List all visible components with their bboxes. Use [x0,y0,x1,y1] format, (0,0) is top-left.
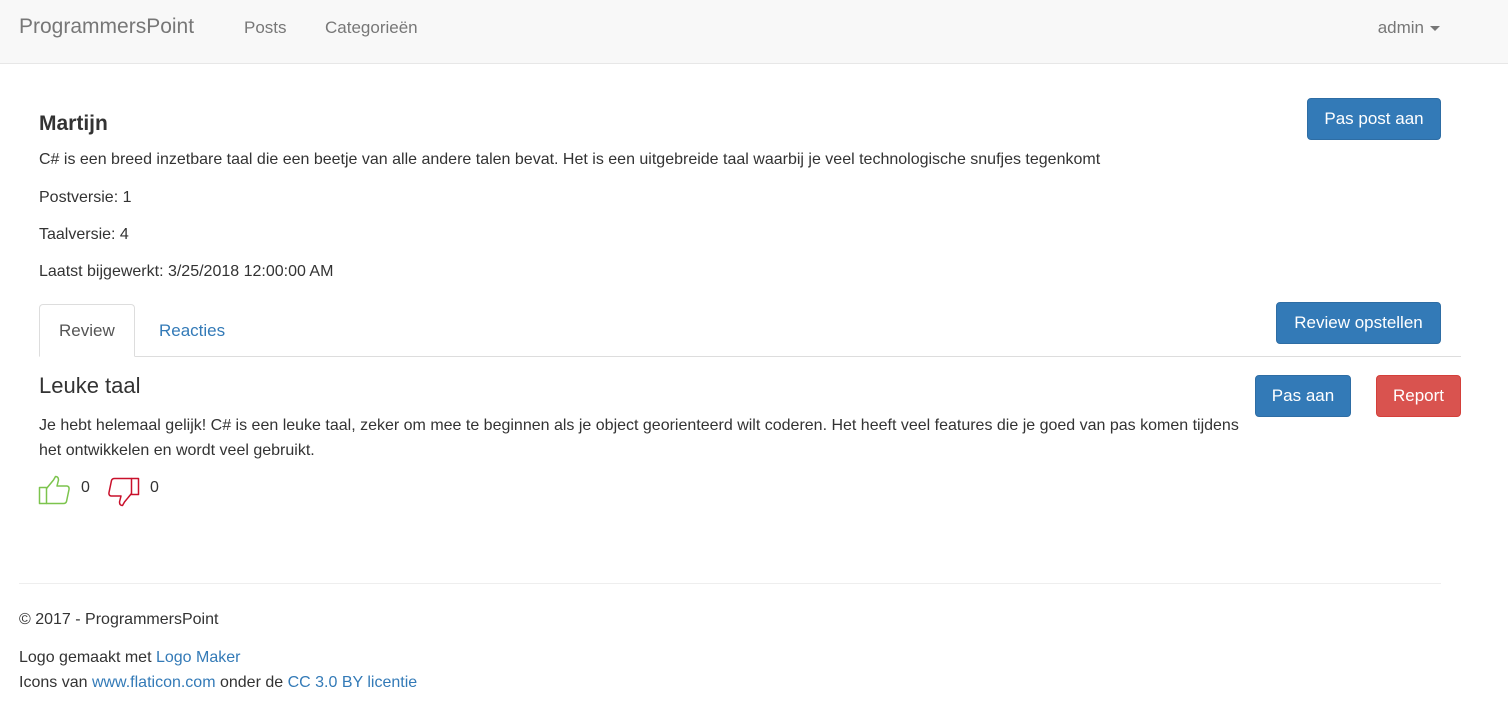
language-version: Taalversie: 4 [39,226,129,243]
nav-link-posts[interactable]: Posts [244,18,287,38]
icons-credit-text: Icons van [19,674,92,691]
post-author: Martijn [39,112,108,135]
post-body: C# is een breed inzetbare taal die een b… [39,151,1101,168]
icons-credit-middle: onder de [215,674,288,691]
brand-link[interactable]: ProgrammersPoint [19,15,194,39]
report-button[interactable]: Report [1376,375,1461,417]
caret-down-icon [1430,26,1440,32]
edit-review-button[interactable]: Pas aan [1255,375,1351,417]
footer-divider [19,583,1441,584]
user-name: admin [1377,18,1424,37]
footer-icons-credit: Icons van www.flaticon.com onder de CC 3… [19,674,417,692]
create-review-button[interactable]: Review opstellen [1276,302,1441,344]
thumbs-up-icon[interactable] [38,475,71,505]
review-title: Leuke taal [39,373,141,398]
post-version: Postversie: 1 [39,189,132,206]
user-menu-dropdown[interactable]: admin [1378,18,1440,38]
review-body: Je hebt helemaal gelijk! C# is een leuke… [39,417,1239,459]
tabs-divider [39,356,1461,357]
footer-copyright: © 2017 - ProgrammersPoint [19,611,219,628]
flaticon-link[interactable]: www.flaticon.com [92,674,216,691]
last-updated: Laatst bijgewerkt: 3/25/2018 12:00:00 AM [39,263,334,280]
nav-link-categories[interactable]: Categorieën [325,18,418,38]
edit-post-button[interactable]: Pas post aan [1307,98,1441,140]
dislike-count: 0 [150,479,159,496]
tab-review[interactable]: Review [39,304,135,357]
license-link[interactable]: CC 3.0 BY licentie [288,674,418,691]
tab-reacties[interactable]: Reacties [140,304,244,357]
logo-credit-text: Logo gemaakt met [19,649,156,666]
logo-maker-link[interactable]: Logo Maker [156,649,241,666]
navbar: ProgrammersPoint Posts Categorieën admin [0,0,1508,64]
like-count: 0 [81,479,90,496]
thumbs-down-icon[interactable] [107,477,140,507]
footer-logo-credit: Logo gemaakt met Logo Maker [19,649,240,667]
